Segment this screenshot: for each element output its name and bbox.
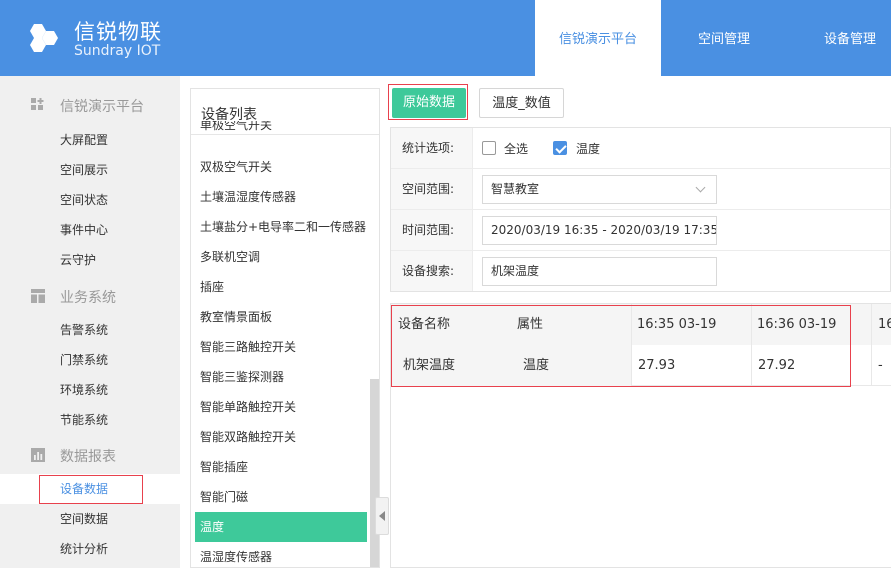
device-item[interactable]: 多联机空调 — [195, 242, 367, 272]
sidebar-group-label: 信锐演示平台 — [60, 99, 144, 115]
layout-icon — [31, 289, 45, 303]
device-item[interactable]: 智能单路触控开关 — [195, 392, 367, 422]
select-all-checkbox[interactable] — [482, 141, 496, 155]
device-item[interactable]: 温湿度传感器 — [195, 542, 367, 567]
raw-data-button[interactable]: 原始数据 — [392, 88, 466, 118]
space-range-select[interactable]: 智慧教室 — [482, 175, 717, 204]
sidebar-group-label: 业务系统 — [60, 290, 116, 306]
device-item[interactable]: 智能三鉴探测器 — [195, 362, 367, 392]
sundray-logo-icon — [30, 24, 58, 52]
sidebar-item-device-data[interactable]: 设备数据 — [0, 474, 180, 504]
brand-subtitle: Sundray IOT — [74, 43, 161, 59]
filter-label: 空间范围: — [391, 169, 473, 209]
sidebar-item-energy-system[interactable]: 节能系统 — [0, 405, 180, 435]
sidebar-group-label: 数据报表 — [60, 449, 116, 465]
filter-row-stats: 统计选项: 全选 温度 — [391, 128, 891, 169]
temperature-checkbox[interactable] — [553, 141, 567, 155]
sidebar-item-cloud-guard[interactable]: 云守护 — [0, 245, 180, 275]
sidebar: 信锐演示平台 大屏配置 空间展示 空间状态 事件中心 云守护 业务系统 告警系统… — [0, 76, 180, 568]
filter-panel: 统计选项: 全选 温度 空间范围: 智慧教室 时间范围: 2020/03/19 … — [390, 127, 891, 292]
bar-chart-icon — [31, 448, 45, 462]
brand-name: 信锐物联 — [74, 20, 162, 44]
sidebar-item-alarm-system[interactable]: 告警系统 — [0, 315, 180, 345]
cell-value: 27.93 — [632, 345, 752, 386]
cell-attribute: 温度 — [511, 345, 632, 386]
device-item[interactable]: 智能三路触控开关 — [195, 332, 367, 362]
tab-device-management[interactable]: 设备管理 — [787, 0, 891, 76]
sidebar-item-space-status[interactable]: 空间状态 — [0, 185, 180, 215]
filter-row-space: 空间范围: 智慧教室 — [391, 169, 891, 210]
sidebar-item-event-center[interactable]: 事件中心 — [0, 215, 180, 245]
device-item[interactable]: 智能门磁 — [195, 482, 367, 512]
column-time: 16:36 03-19 — [752, 304, 872, 345]
sidebar-item-access-system[interactable]: 门禁系统 — [0, 345, 180, 375]
tab-space-management[interactable]: 空间管理 — [661, 0, 787, 76]
space-range-value: 智慧教室 — [491, 182, 540, 196]
sidebar-item-environment-system[interactable]: 环境系统 — [0, 375, 180, 405]
column-time: 16:35 03-19 — [632, 304, 752, 345]
device-search-input[interactable]: 机架温度 — [482, 257, 717, 286]
data-table: 设备名称 属性 16:35 03-19 16:36 03-19 16 机架温度 … — [390, 303, 891, 568]
table-header: 设备名称 属性 16:35 03-19 16:36 03-19 16 — [391, 304, 891, 345]
device-item[interactable]: 土壤温湿度传感器 — [195, 182, 367, 212]
column-device-name: 设备名称 — [398, 317, 451, 332]
time-range-input[interactable]: 2020/03/19 16:35 - 2020/03/19 17:35 — [482, 216, 717, 245]
sidebar-group-business-system[interactable]: 业务系统 — [0, 277, 180, 313]
chevron-left-icon — [379, 511, 385, 521]
device-item-temperature[interactable]: 温度 — [195, 512, 367, 542]
filter-row-search: 设备搜索: 机架温度 — [391, 251, 891, 292]
device-item[interactable]: 双极空气开关 — [195, 152, 367, 182]
column-attribute: 属性 — [511, 304, 632, 345]
device-list-panel: 单极空气开关 设备列表 双极空气开关 土壤温湿度传感器 土壤盐分+电导率二和一传… — [190, 88, 380, 568]
sidebar-item-screen-config[interactable]: 大屏配置 — [0, 125, 180, 155]
collapse-panel-handle[interactable] — [375, 497, 389, 535]
cell-device-name: 机架温度 — [391, 345, 511, 386]
dashboard-icon — [31, 98, 44, 110]
device-item[interactable]: 插座 — [195, 272, 367, 302]
cell-value: - — [878, 358, 883, 373]
temperature-value-button[interactable]: 温度_数值 — [479, 88, 564, 118]
device-list-title: 设备列表 — [191, 89, 379, 135]
column-time: 16 — [878, 317, 891, 332]
tab-demo-platform[interactable]: 信锐演示平台 — [535, 0, 661, 76]
temperature-checkbox-label: 温度 — [576, 142, 601, 156]
device-list-scrollbar[interactable] — [370, 379, 379, 567]
filter-row-time: 时间范围: 2020/03/19 16:35 - 2020/03/19 17:3… — [391, 210, 891, 251]
sidebar-item-space-display[interactable]: 空间展示 — [0, 155, 180, 185]
select-all-label: 全选 — [504, 142, 529, 156]
sidebar-item-space-data[interactable]: 空间数据 — [0, 504, 180, 534]
device-item[interactable]: 智能双路触控开关 — [195, 422, 367, 452]
table-row: 机架温度 温度 27.93 27.92 - — [391, 345, 891, 386]
filter-label: 统计选项: — [391, 128, 473, 168]
sidebar-item-statistics[interactable]: 统计分析 — [0, 534, 180, 564]
sidebar-group-demo-platform[interactable]: 信锐演示平台 — [0, 86, 180, 122]
cell-value: 27.92 — [752, 345, 872, 386]
chevron-down-icon — [695, 182, 706, 193]
filter-label: 时间范围: — [391, 210, 473, 250]
device-item[interactable]: 智能插座 — [195, 452, 367, 482]
top-header: 信锐物联 Sundray IOT 信锐演示平台 空间管理 设备管理 — [0, 0, 891, 76]
filter-label: 设备搜索: — [391, 251, 473, 291]
sidebar-group-data-report[interactable]: 数据报表 — [0, 436, 180, 472]
device-item[interactable]: 教室情景面板 — [195, 302, 367, 332]
device-item[interactable]: 土壤盐分+电导率二和一传感器 — [195, 212, 367, 242]
